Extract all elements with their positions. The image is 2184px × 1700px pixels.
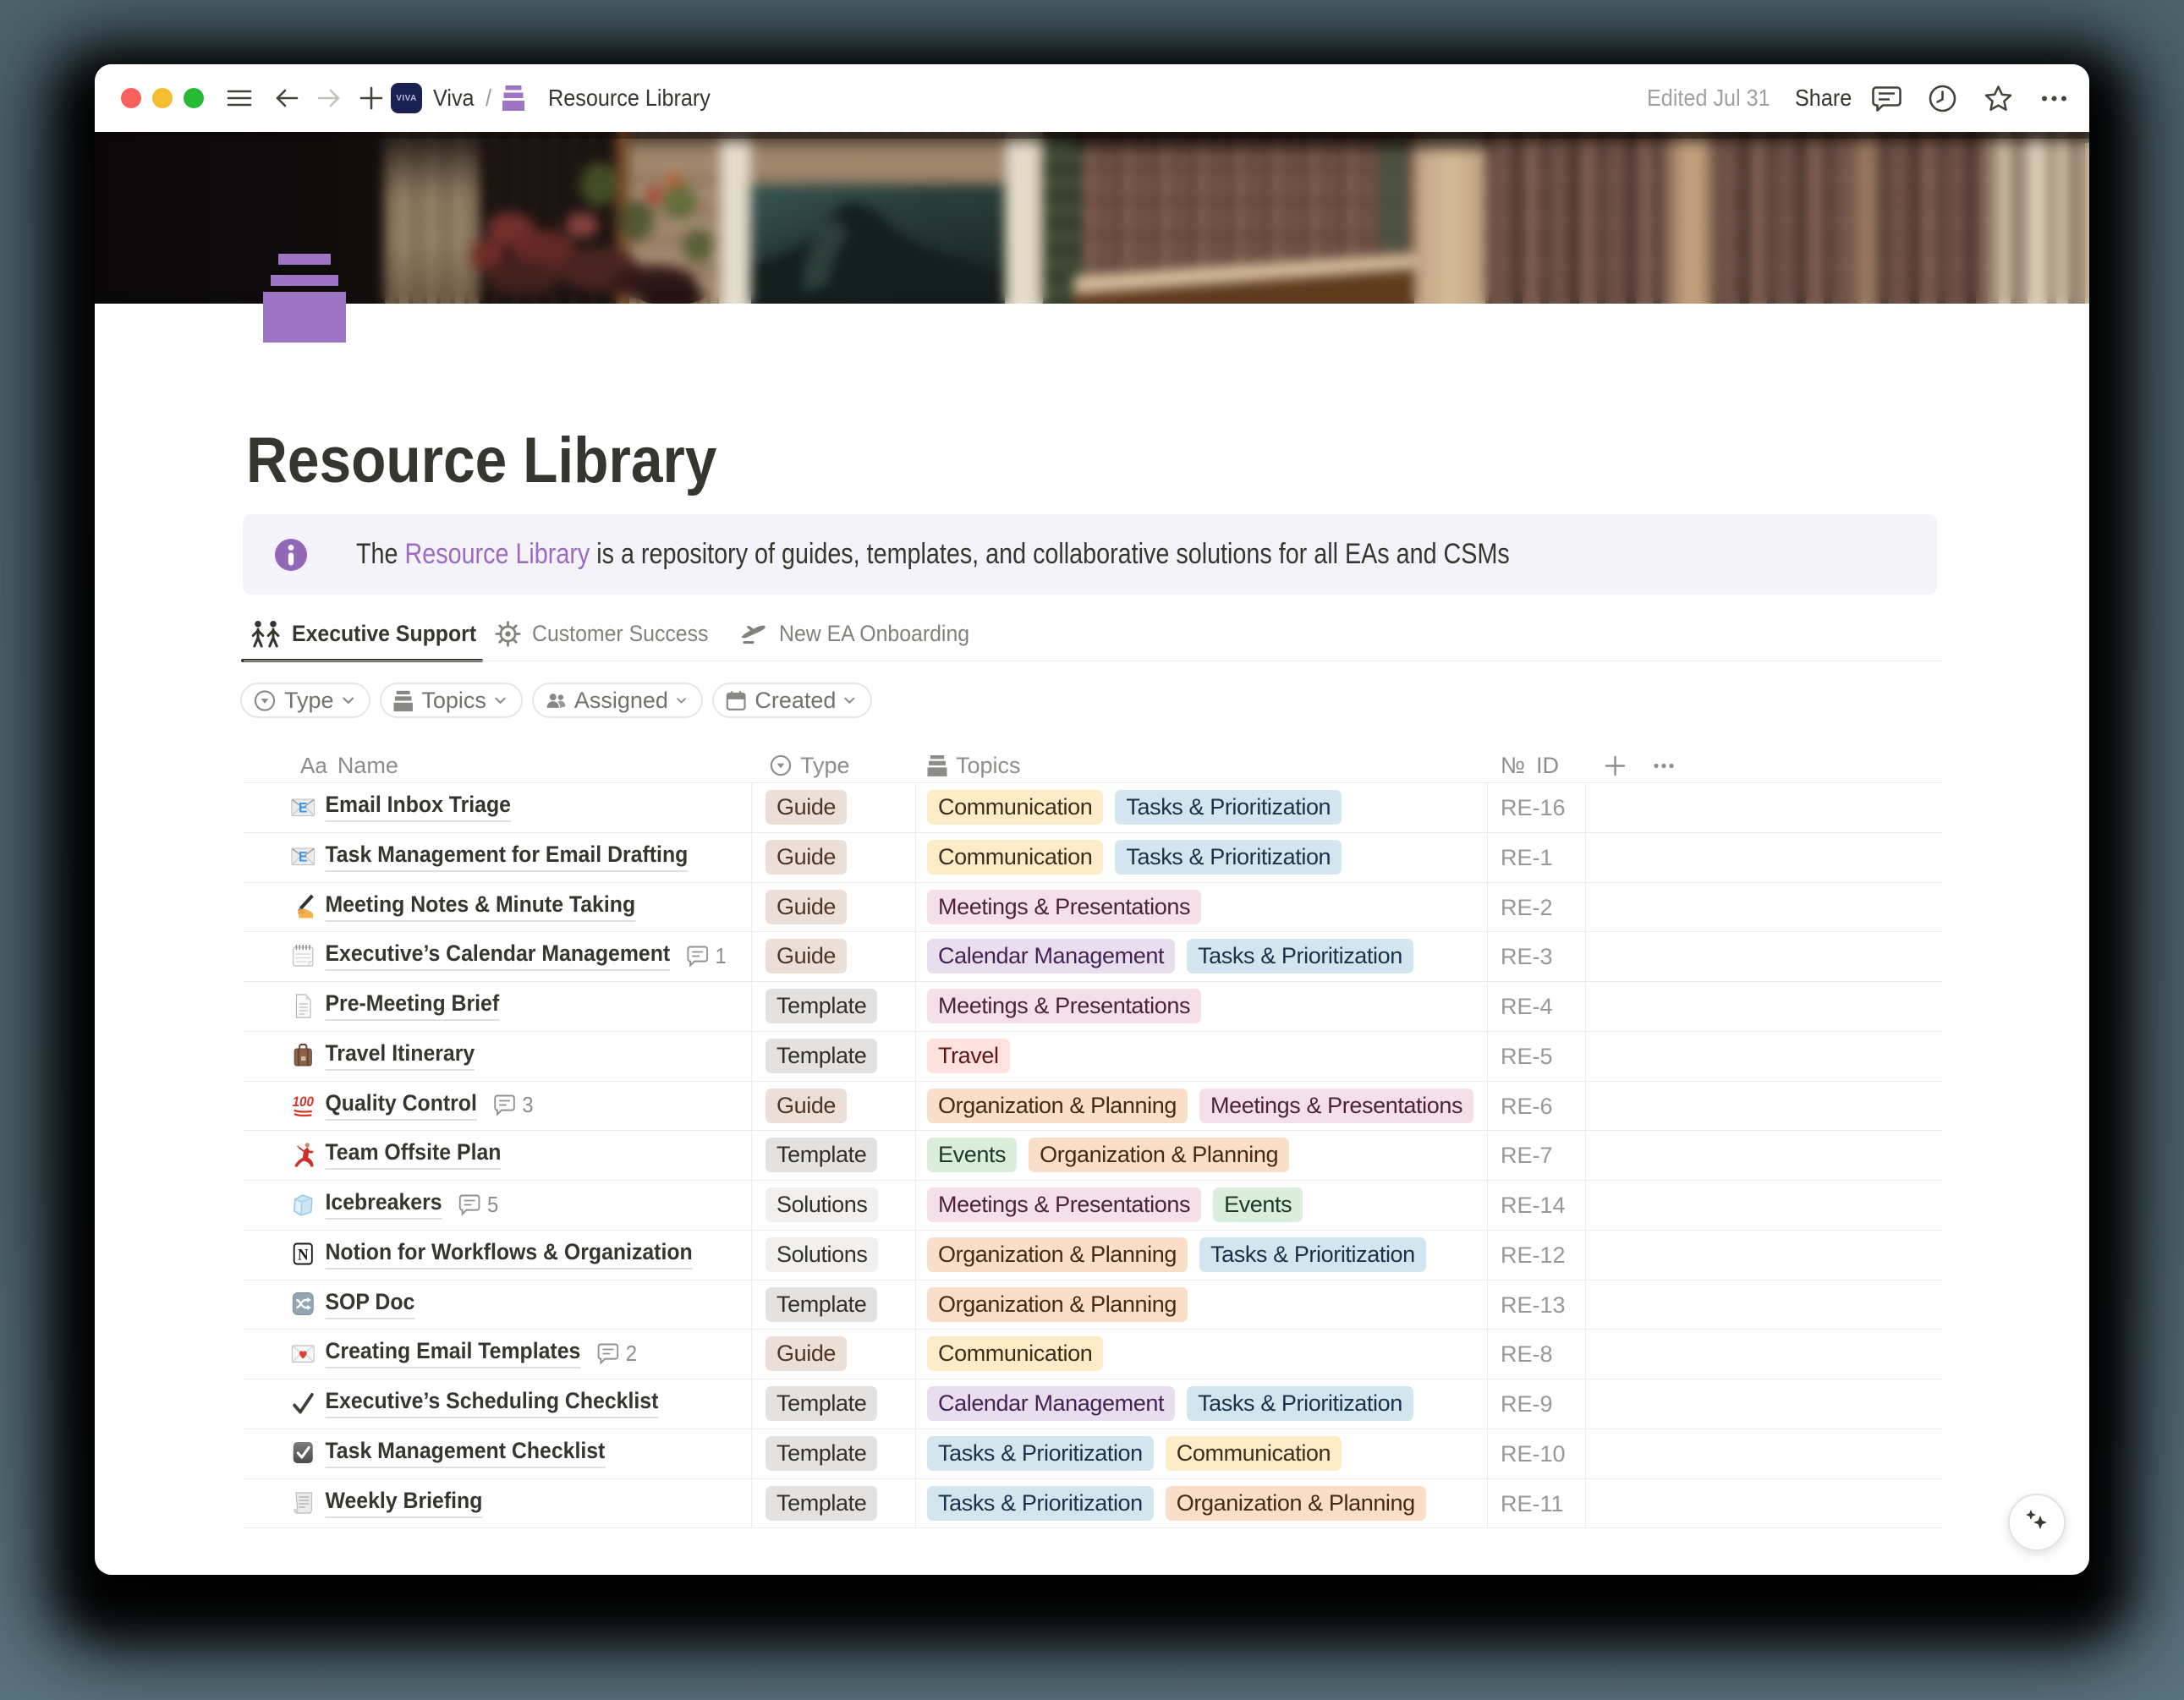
svg-text:E: E bbox=[299, 799, 308, 815]
svg-text:N: N bbox=[298, 1246, 309, 1264]
svg-text:E: E bbox=[299, 849, 308, 865]
svg-text:100: 100 bbox=[293, 1094, 314, 1110]
